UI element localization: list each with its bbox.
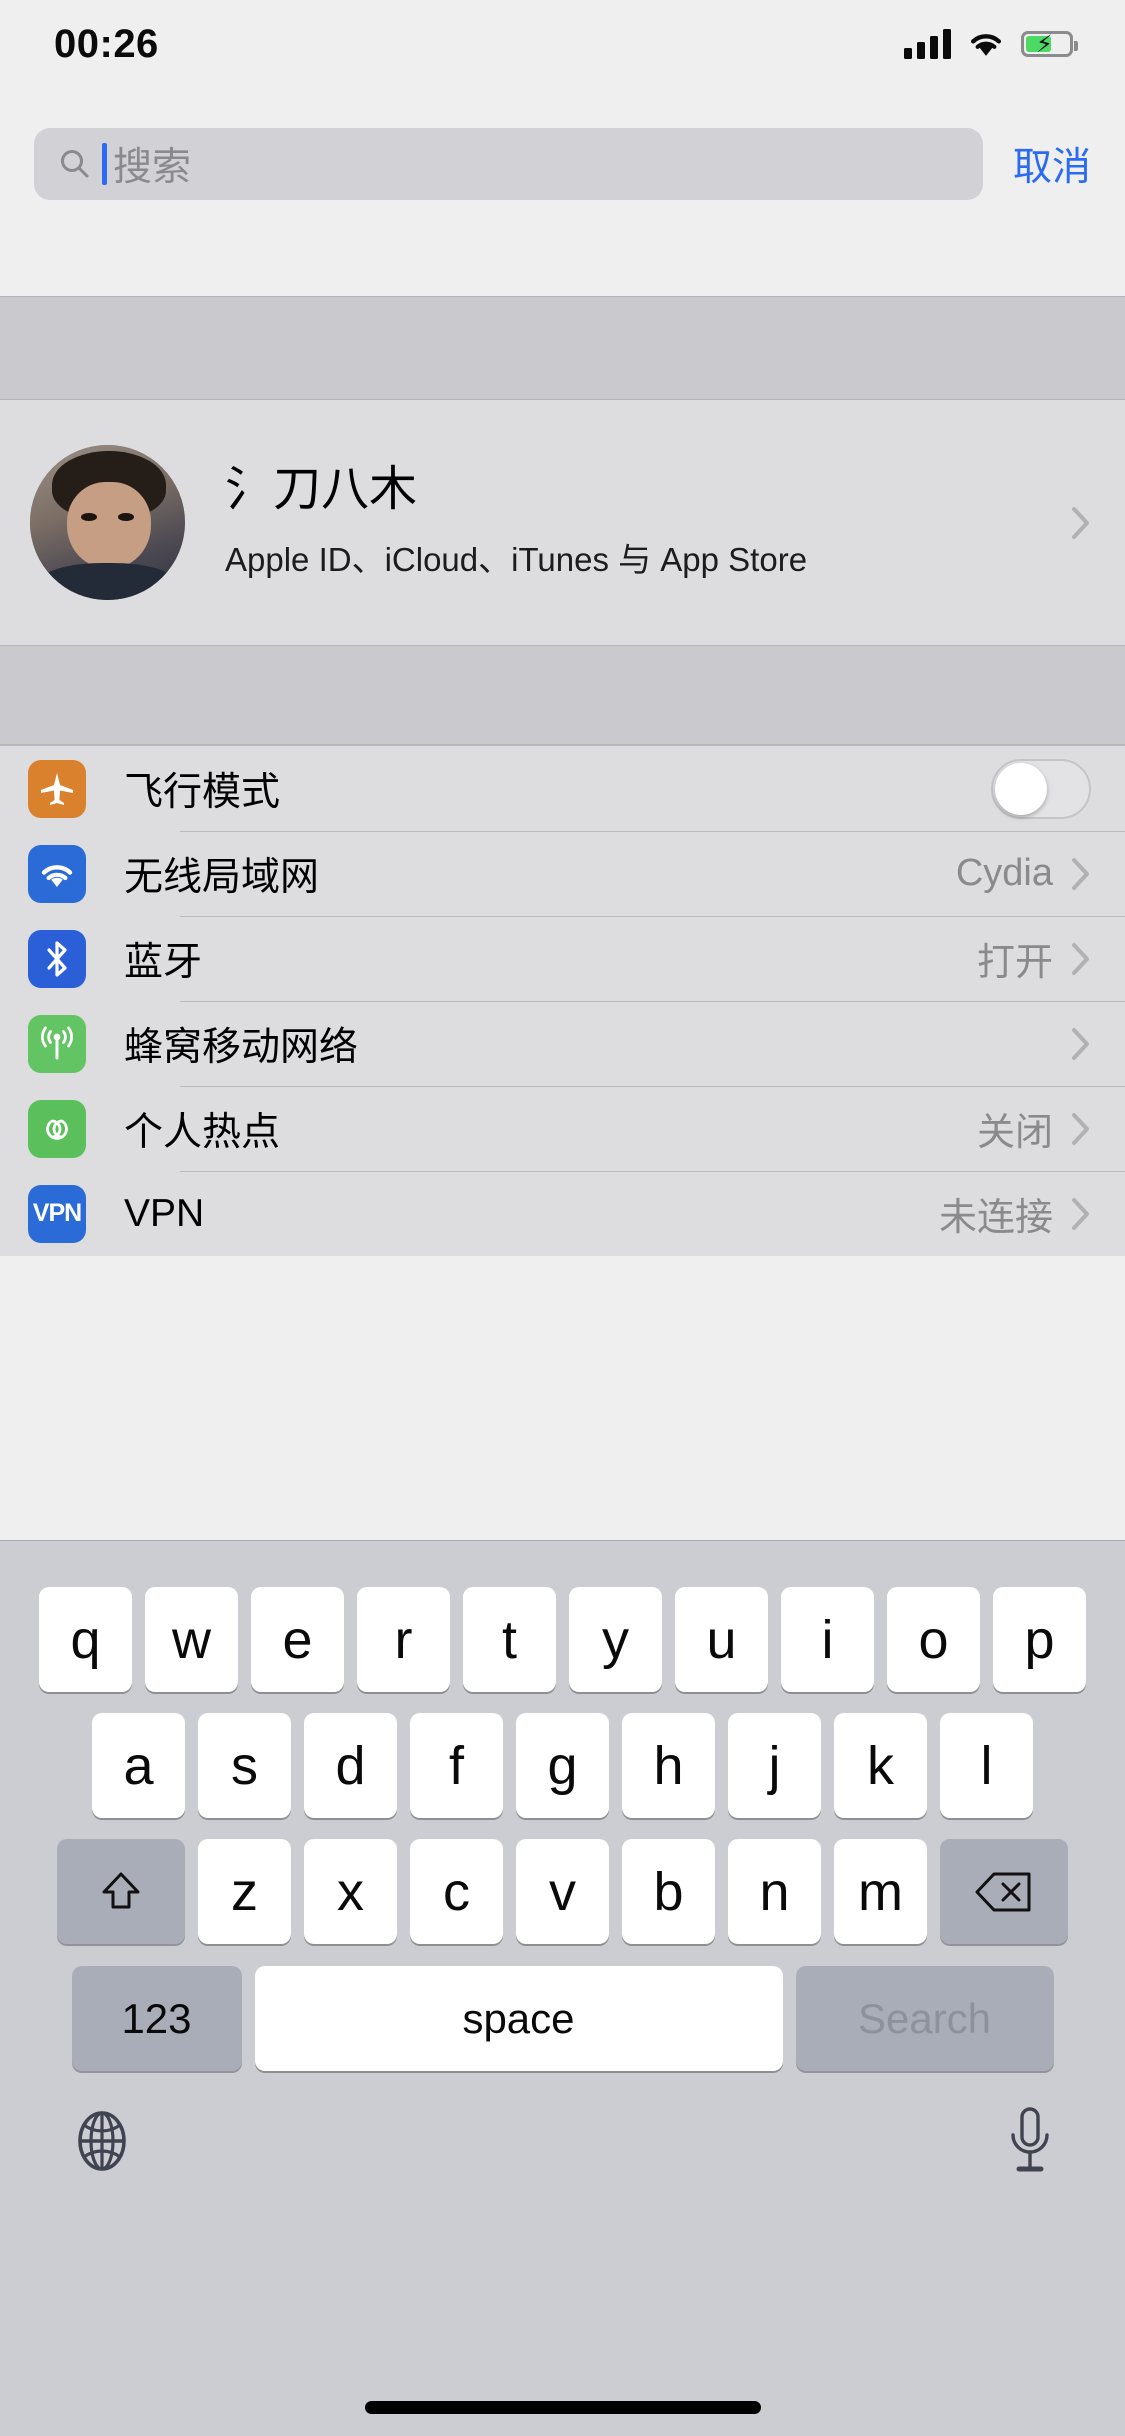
settings-row-label: VPN <box>124 1191 205 1235</box>
profile-name: 氵刀八木 <box>225 463 418 517</box>
settings-row-label: 个人热点 <box>124 1110 281 1154</box>
settings-row-airplane-mode[interactable]: 飞行模式 <box>0 746 1125 831</box>
wifi-icon <box>28 844 86 903</box>
bluetooth-icon <box>28 929 86 988</box>
key-g[interactable]: g <box>516 1713 609 1818</box>
key-o[interactable]: o <box>887 1587 980 1692</box>
key-q[interactable]: q <box>39 1587 132 1692</box>
search-icon <box>61 150 89 178</box>
user-avatar <box>30 445 185 600</box>
chevron-right-icon <box>1072 857 1089 890</box>
settings-list: 飞行模式 无线局域网 Cydia 蓝牙 打开 蜂窝移动网络 个人热点 关闭 VP… <box>0 745 1125 1256</box>
settings-row-label: 蓝牙 <box>124 940 203 984</box>
globe-key[interactable] <box>70 2109 134 2173</box>
home-indicator <box>364 2401 761 2414</box>
key-m[interactable]: m <box>834 1839 927 1944</box>
chevron-right-icon <box>1072 942 1089 975</box>
settings-row-value: Cydia <box>955 852 1053 894</box>
search-return-key[interactable]: Search <box>795 1966 1054 2071</box>
onscreen-keyboard: q w e r t y u i o p a s d f g h j k l z … <box>0 1540 1125 2436</box>
airplane-icon <box>28 759 86 818</box>
keyboard-bottom-bar <box>0 2071 1125 2177</box>
status-bar: 00:26 ⚡ <box>0 0 1125 88</box>
hotspot-icon <box>28 1099 86 1158</box>
key-z[interactable]: z <box>198 1839 291 1944</box>
vpn-icon: VPN <box>28 1184 86 1243</box>
key-l[interactable]: l <box>940 1713 1033 1818</box>
key-k[interactable]: k <box>834 1713 927 1818</box>
key-s[interactable]: s <box>198 1713 291 1818</box>
key-v[interactable]: v <box>516 1839 609 1944</box>
globe-icon <box>78 2111 126 2171</box>
key-j[interactable]: j <box>728 1713 821 1818</box>
battery-charging-icon: ⚡ <box>1021 31 1078 58</box>
chevron-right-icon <box>1072 506 1089 539</box>
keyboard-row-3: z x c v b n m <box>0 1818 1125 1944</box>
key-c[interactable]: c <box>410 1839 503 1944</box>
key-w[interactable]: w <box>145 1587 238 1692</box>
profile-subtitle: Apple ID、iCloud、iTunes 与 App Store <box>225 540 808 578</box>
space-key[interactable]: space <box>254 1966 783 2071</box>
settings-row-label: 蜂窝移动网络 <box>124 1025 359 1069</box>
key-p[interactable]: p <box>993 1587 1086 1692</box>
key-u[interactable]: u <box>675 1587 768 1692</box>
shift-arrow-icon <box>102 1872 140 1908</box>
cellular-icon <box>28 1014 86 1073</box>
settings-row-wifi[interactable]: 无线局域网 Cydia <box>0 831 1125 916</box>
section-gap-top <box>0 296 1125 400</box>
settings-row-cellular[interactable]: 蜂窝移动网络 <box>0 1001 1125 1086</box>
chevron-right-icon <box>1072 1112 1089 1145</box>
shift-key[interactable] <box>57 1839 185 1944</box>
key-y[interactable]: y <box>569 1587 662 1692</box>
airplane-mode-toggle[interactable] <box>991 758 1091 819</box>
keyboard-row-4: 123 space Search <box>0 1944 1125 2071</box>
section-gap-bottom <box>0 645 1125 745</box>
settings-row-vpn[interactable]: VPN VPN 未连接 <box>0 1171 1125 1256</box>
wifi-icon <box>970 34 1002 56</box>
settings-row-label: 无线局域网 <box>124 855 320 899</box>
settings-row-value: 未连接 <box>938 1197 1053 1239</box>
key-x[interactable]: x <box>304 1839 397 1944</box>
key-i[interactable]: i <box>781 1587 874 1692</box>
apple-id-profile-row[interactable]: 氵刀八木 Apple ID、iCloud、iTunes 与 App Store <box>0 400 1125 645</box>
key-h[interactable]: h <box>622 1713 715 1818</box>
key-d[interactable]: d <box>304 1713 397 1818</box>
keyboard-row-2: a s d f g h j k l <box>0 1692 1125 1818</box>
settings-search-screen: 00:26 ⚡ 搜索 取消 氵刀八木 Apple ID、iCloud、iTune… <box>0 0 1125 2436</box>
cellular-bars-icon <box>904 29 951 59</box>
microphone-icon <box>1011 2107 1049 2172</box>
search-bar-row: 搜索 取消 <box>0 126 1125 202</box>
status-bar-time: 00:26 <box>54 21 159 66</box>
settings-row-label: 飞行模式 <box>124 770 281 814</box>
settings-row-personal-hotspot[interactable]: 个人热点 关闭 <box>0 1086 1125 1171</box>
profile-text: 氵刀八木 Apple ID、iCloud、iTunes 与 App Store <box>225 463 1071 581</box>
key-a[interactable]: a <box>92 1713 185 1818</box>
status-bar-indicators: ⚡ <box>904 29 1078 59</box>
text-cursor <box>102 143 107 185</box>
delete-key[interactable] <box>940 1839 1068 1944</box>
settings-row-value: 关闭 <box>976 1112 1053 1154</box>
numbers-key[interactable]: 123 <box>71 1966 242 2071</box>
key-n[interactable]: n <box>728 1839 821 1944</box>
search-input[interactable]: 搜索 <box>34 128 983 200</box>
cancel-button[interactable]: 取消 <box>1013 136 1091 192</box>
dictation-key[interactable] <box>1005 2105 1055 2177</box>
key-e[interactable]: e <box>251 1587 344 1692</box>
key-f[interactable]: f <box>410 1713 503 1818</box>
settings-row-value: 打开 <box>976 942 1053 984</box>
delete-backspace-icon <box>975 1872 1031 1911</box>
chevron-right-icon <box>1072 1197 1089 1230</box>
key-b[interactable]: b <box>622 1839 715 1944</box>
key-r[interactable]: r <box>357 1587 450 1692</box>
chevron-right-icon <box>1072 1027 1089 1060</box>
key-t[interactable]: t <box>463 1587 556 1692</box>
keyboard-row-1: q w e r t y u i o p <box>0 1541 1125 1692</box>
settings-row-bluetooth[interactable]: 蓝牙 打开 <box>0 916 1125 1001</box>
search-placeholder: 搜索 <box>113 146 192 189</box>
